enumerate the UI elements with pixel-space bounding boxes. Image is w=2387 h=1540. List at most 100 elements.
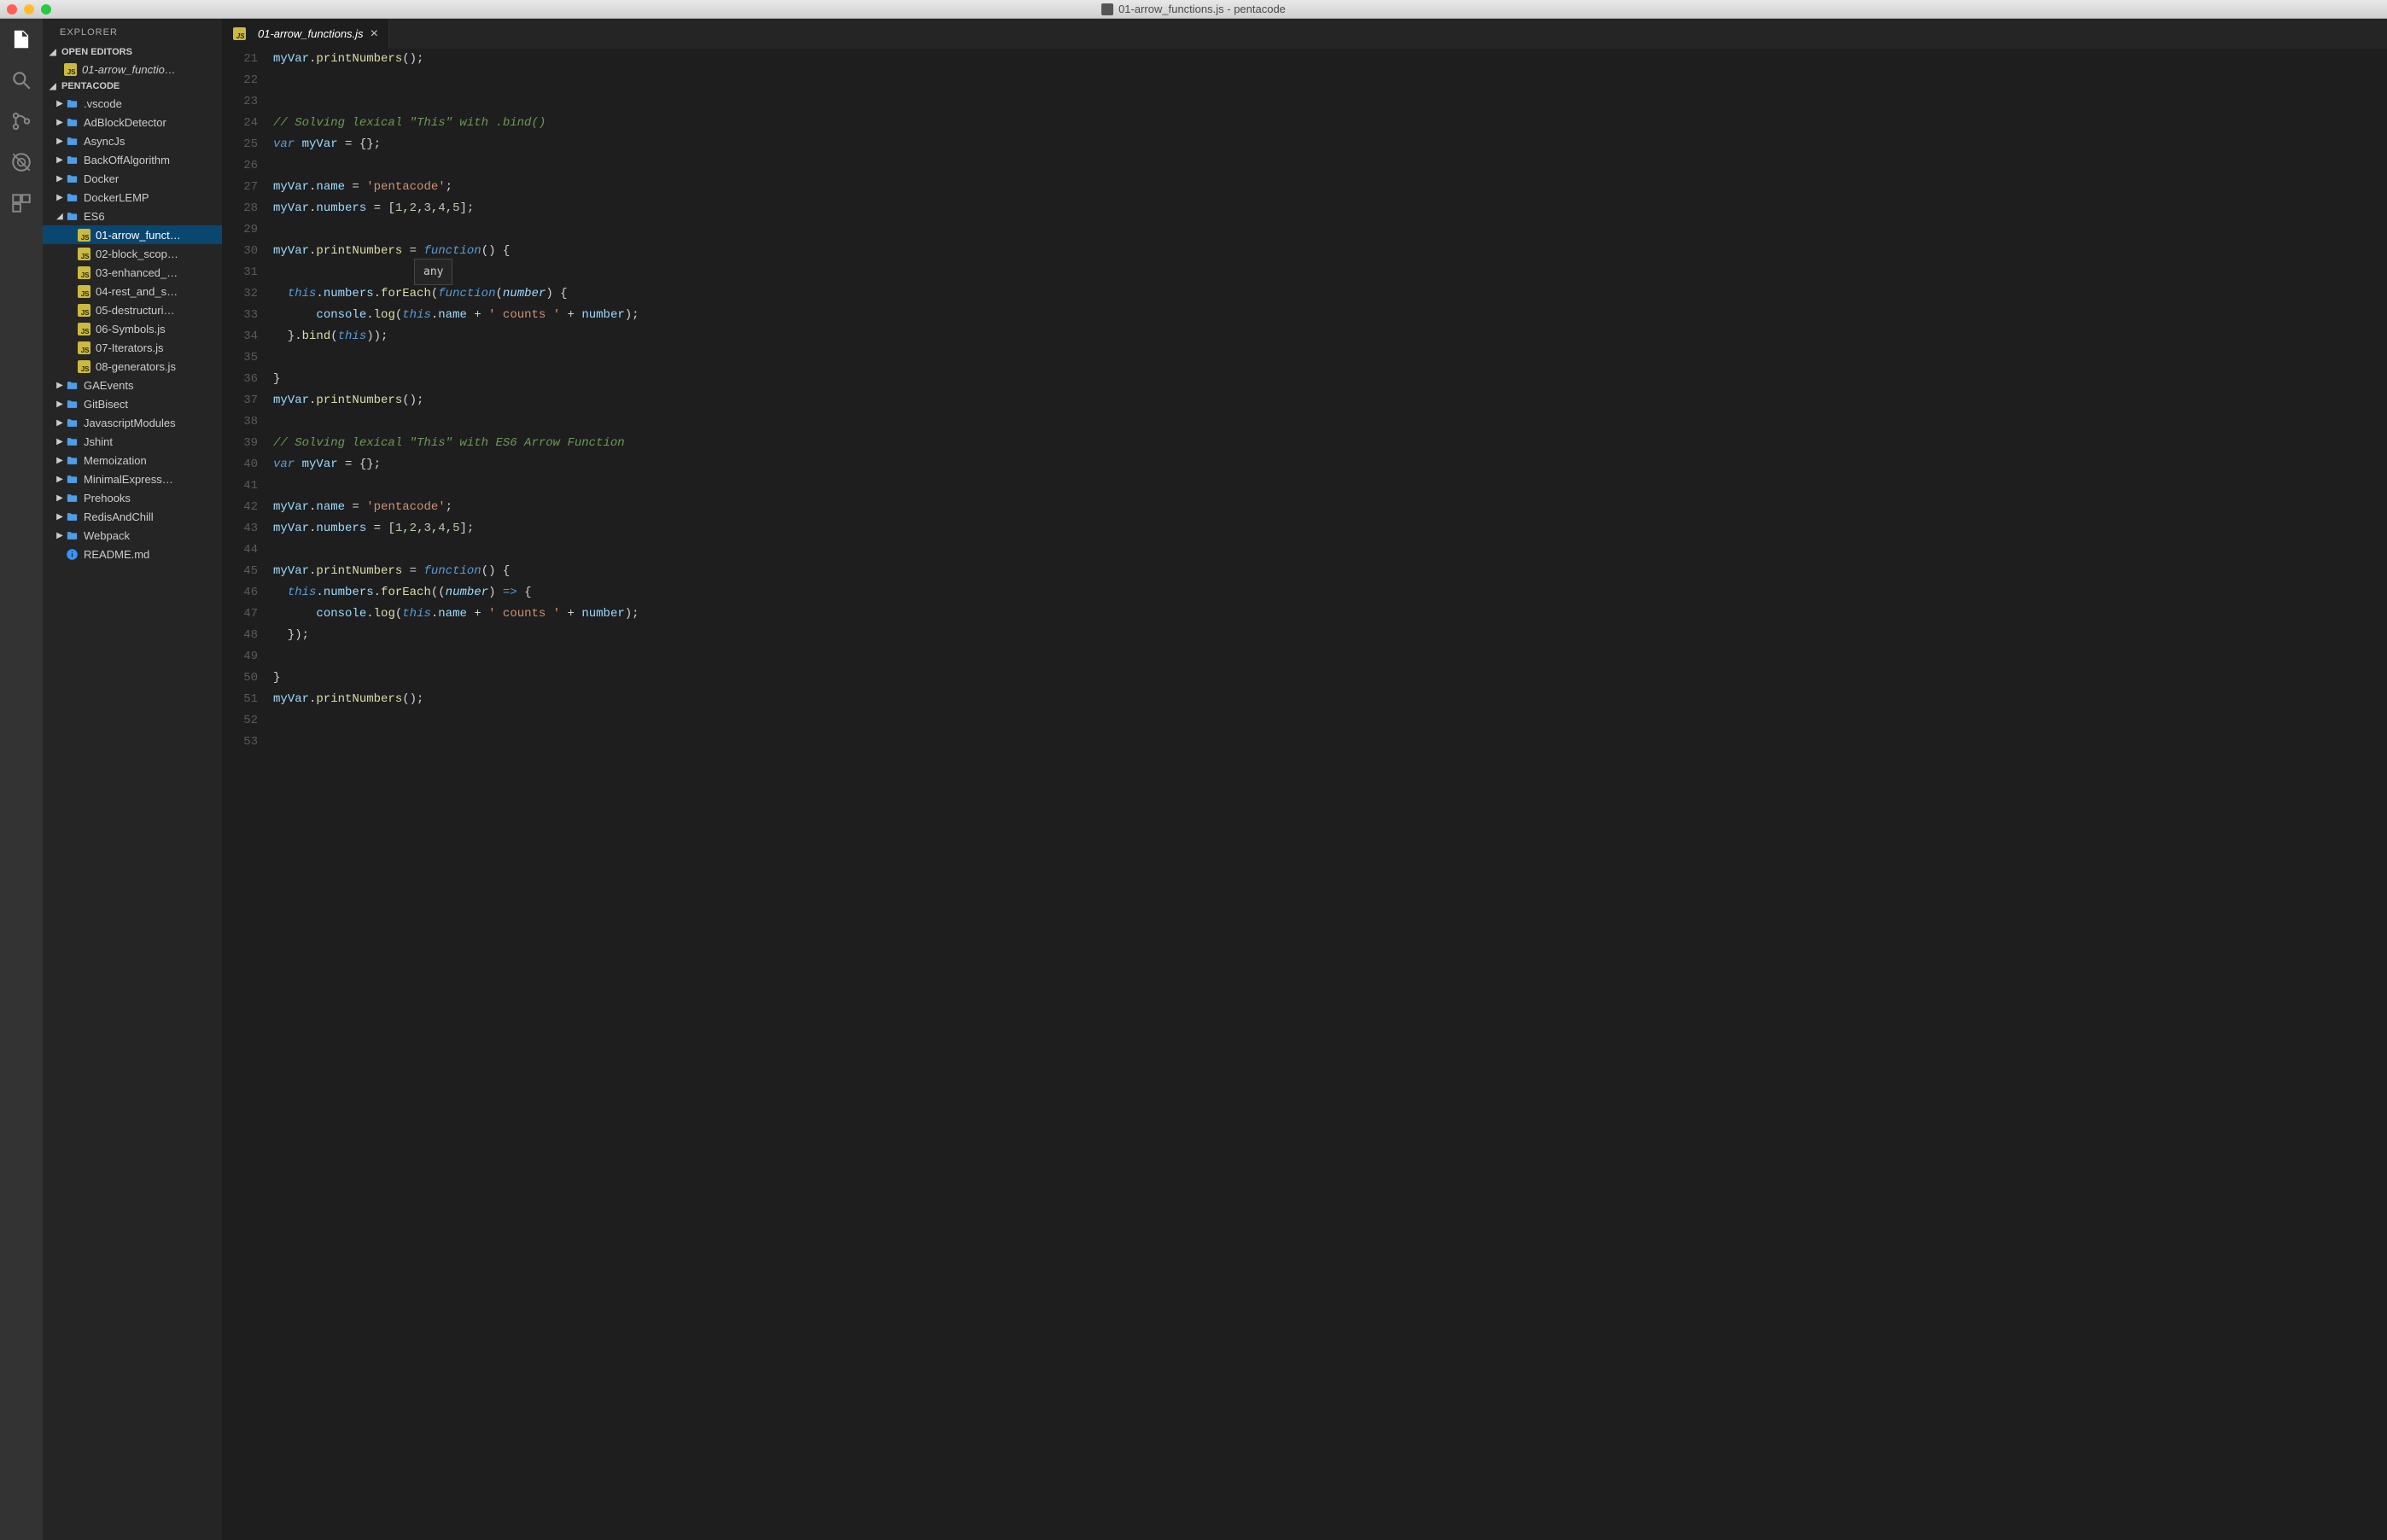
folder-item[interactable]: ▶AdBlockDetector [43, 113, 222, 131]
folder-icon [65, 397, 79, 411]
file-item[interactable]: README.md [43, 545, 222, 563]
code-line[interactable] [273, 155, 2387, 177]
code-line[interactable] [273, 540, 2387, 561]
code-line[interactable]: var myVar = {}; [273, 454, 2387, 475]
line-number: 23 [222, 91, 258, 113]
code-line[interactable]: this.numbers.forEach(function(number) { [273, 283, 2387, 305]
folder-item[interactable]: ▶GAEvents [43, 376, 222, 394]
tree-item-label: 05-destructuri… [96, 304, 174, 317]
folder-item[interactable]: ▶Prehooks [43, 488, 222, 507]
folder-item[interactable]: ▶BackOffAlgorithm [43, 150, 222, 169]
chevron-down-icon: ◢ [50, 82, 58, 91]
line-number: 35 [222, 347, 258, 369]
close-icon[interactable]: × [371, 26, 378, 42]
tree-item-label: 08-generators.js [96, 360, 176, 373]
debug-icon[interactable] [9, 150, 33, 174]
code-line[interactable] [273, 646, 2387, 668]
folder-icon [65, 416, 79, 429]
line-number: 51 [222, 689, 258, 710]
tab-bar: JS 01-arrow_functions.js × [222, 19, 2387, 49]
folder-item[interactable]: ▶Jshint [43, 432, 222, 451]
code-line[interactable]: myVar.name = 'pentacode'; [273, 177, 2387, 198]
code-line[interactable]: myVar.printNumbers = function() { [273, 561, 2387, 582]
js-file-icon: JS [77, 341, 90, 354]
code-line[interactable] [273, 219, 2387, 241]
code-line[interactable]: myVar.printNumbers = function() { [273, 241, 2387, 262]
folder-item[interactable]: ▶GitBisect [43, 394, 222, 413]
code-line[interactable] [273, 710, 2387, 732]
code-content[interactable]: myVar.printNumbers(); // Solving lexical… [273, 49, 2387, 1540]
line-number: 49 [222, 646, 258, 668]
folder-item[interactable]: ▶.vscode [43, 94, 222, 113]
code-line[interactable] [273, 732, 2387, 753]
window-maximize-button[interactable] [41, 4, 51, 15]
extensions-icon[interactable] [9, 191, 33, 215]
explorer-icon[interactable] [9, 27, 33, 51]
chevron-icon: ▶ [55, 381, 65, 390]
file-item[interactable]: JS08-generators.js [43, 357, 222, 376]
project-header[interactable]: ◢ PENTACODE [43, 79, 222, 94]
code-line[interactable] [273, 347, 2387, 369]
code-line[interactable] [273, 411, 2387, 433]
line-number: 47 [222, 604, 258, 625]
file-item[interactable]: JS 06-Symbols.js [43, 319, 222, 338]
folder-item[interactable]: ▶Webpack [43, 526, 222, 545]
code-line[interactable]: console.log(this.name + ' counts ' + num… [273, 604, 2387, 625]
code-line[interactable]: myVar.numbers = [1,2,3,4,5]; [273, 198, 2387, 219]
code-line[interactable]: } [273, 369, 2387, 390]
code-line[interactable] [273, 70, 2387, 91]
file-item[interactable]: JS02-block_scop… [43, 244, 222, 263]
editor-body[interactable]: 2122232425262728293031323334353637383940… [222, 49, 2387, 1540]
file-tree: ▶.vscode▶AdBlockDetector▶AsyncJs▶BackOff… [43, 94, 222, 563]
code-line[interactable]: myVar.printNumbers(); [273, 689, 2387, 710]
code-line[interactable] [273, 475, 2387, 497]
tree-item-label: 06-Symbols.js [96, 323, 166, 335]
window-minimize-button[interactable] [24, 4, 34, 15]
code-line[interactable]: myVar.numbers = [1,2,3,4,5]; [273, 518, 2387, 540]
tree-item-label: BackOffAlgorithm [84, 154, 170, 166]
code-line[interactable]: myVar.printNumbers(); [273, 390, 2387, 411]
folder-icon [65, 453, 79, 467]
file-item[interactable]: JS05-destructuri… [43, 300, 222, 319]
code-line[interactable]: this.numbers.forEach((number) => { [273, 582, 2387, 604]
folder-item[interactable]: ◢ES6 [43, 207, 222, 225]
line-number: 36 [222, 369, 258, 390]
window-title: 01-arrow_functions.js - pentacode [1101, 3, 1286, 15]
tree-item-label: Docker [84, 172, 119, 185]
file-item[interactable]: JS04-rest_and_s… [43, 282, 222, 300]
file-item[interactable]: JS01-arrow_funct… [43, 225, 222, 244]
code-line[interactable]: }.bind(this)); [273, 326, 2387, 347]
search-icon[interactable] [9, 68, 33, 92]
code-line[interactable] [273, 262, 2387, 283]
code-line[interactable]: }); [273, 625, 2387, 646]
source-control-icon[interactable] [9, 109, 33, 133]
folder-item[interactable]: ▶Docker [43, 169, 222, 188]
folder-icon [65, 435, 79, 448]
folder-item[interactable]: ▶MinimalExpress… [43, 470, 222, 488]
folder-item[interactable]: ▶Memoization [43, 451, 222, 470]
window-close-button[interactable] [7, 4, 17, 15]
line-number: 52 [222, 710, 258, 732]
open-editors-header[interactable]: ◢ OPEN EDITORS [43, 44, 222, 60]
code-line[interactable]: // Solving lexical "This" with ES6 Arrow… [273, 433, 2387, 454]
code-line[interactable]: myVar.printNumbers(); [273, 49, 2387, 70]
tab-active[interactable]: JS 01-arrow_functions.js × [222, 19, 389, 49]
folder-item[interactable]: ▶RedisAndChill [43, 507, 222, 526]
open-editor-item[interactable]: JS 01-arrow_functio… [43, 60, 222, 79]
folder-item[interactable]: ▶AsyncJs [43, 131, 222, 150]
tree-item-label: 01-arrow_funct… [96, 229, 181, 242]
code-line[interactable]: var myVar = {}; [273, 134, 2387, 155]
code-line[interactable]: myVar.name = 'pentacode'; [273, 497, 2387, 518]
code-line[interactable]: // Solving lexical "This" with .bind() [273, 113, 2387, 134]
code-line[interactable] [273, 91, 2387, 113]
file-item[interactable]: JS03-enhanced_… [43, 263, 222, 282]
tab-label: 01-arrow_functions.js [258, 27, 364, 40]
chevron-icon: ▶ [55, 118, 65, 127]
code-line[interactable]: console.log(this.name + ' counts ' + num… [273, 305, 2387, 326]
folder-item[interactable]: ▶DockerLEMP [43, 188, 222, 207]
line-number: 44 [222, 540, 258, 561]
code-line[interactable]: } [273, 668, 2387, 689]
js-file-icon: JS [77, 322, 90, 335]
file-item[interactable]: JS07-Iterators.js [43, 338, 222, 357]
folder-item[interactable]: ▶JavascriptModules [43, 413, 222, 432]
